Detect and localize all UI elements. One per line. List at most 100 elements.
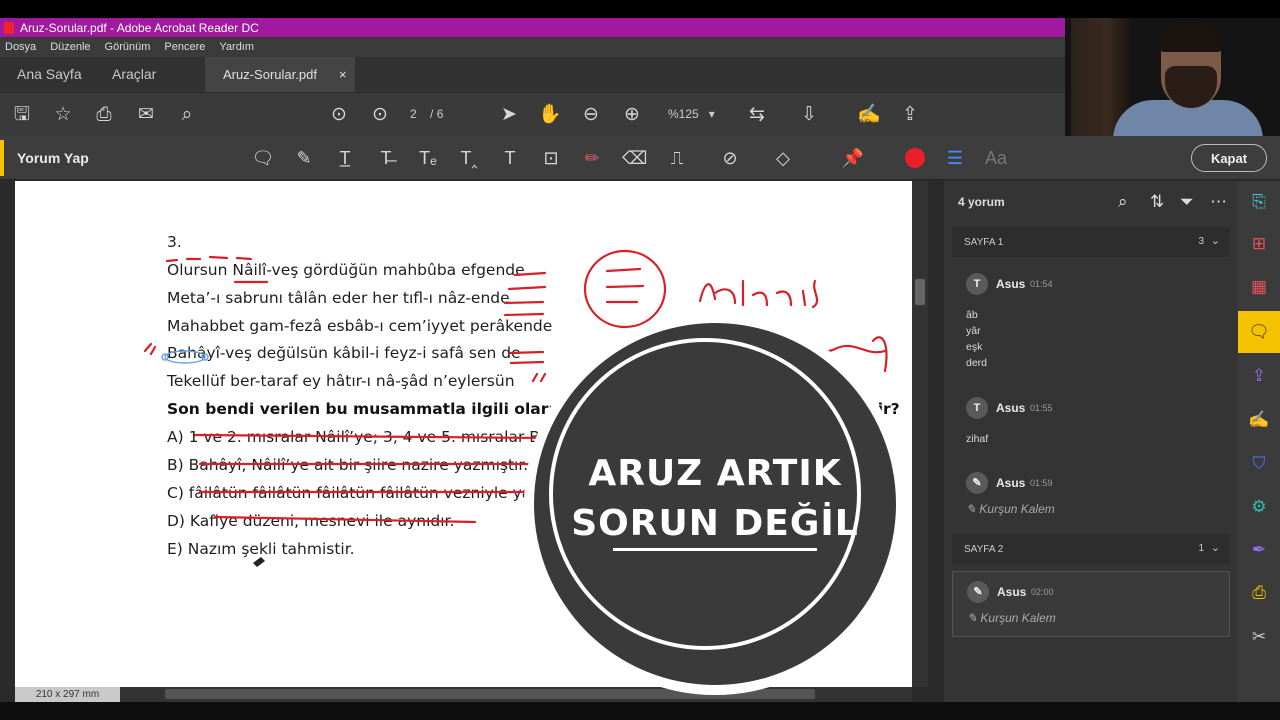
insert-text-icon[interactable]: T‸ [457, 146, 481, 170]
rhyme-mark-2 [503, 300, 545, 317]
pdf-app-icon [4, 21, 14, 34]
filter-icon[interactable]: ⏷ [1180, 192, 1194, 212]
highlight-icon[interactable]: ✎ [292, 146, 316, 170]
replace-text-icon[interactable]: Tₑ [416, 146, 440, 170]
strikethrough-icon[interactable]: T̶ [374, 146, 398, 170]
comment-author: Asus [997, 585, 1027, 599]
bookmark-star-icon[interactable]: ☆ [51, 103, 75, 127]
zoom-level[interactable]: %125 ▾ [668, 107, 715, 121]
tab-tools[interactable]: Araçlar [112, 66, 156, 82]
comment-body-text: Kurşun Kalem [979, 502, 1055, 516]
page-current[interactable]: 2 [410, 107, 417, 121]
page-up-icon[interactable]: ⊙ [327, 103, 351, 127]
certificate-icon[interactable]: ✒ [1248, 539, 1270, 561]
section-page-2[interactable]: SAYFA 2 1 ⌄ [952, 534, 1230, 564]
fill-sign-icon[interactable]: ✍ [1248, 409, 1270, 431]
menu-bar: Dosya Düzenle Görünüm Pencere Yardım [0, 37, 1065, 57]
search-zoom-icon[interactable]: ⌕ [175, 103, 199, 127]
comment-time: 01:54 [1030, 279, 1053, 289]
pencil-icon: ✎ [966, 472, 988, 494]
eraser-icon[interactable]: ⌫ [622, 146, 647, 170]
tab-document[interactable]: Aruz-Sorular.pdf × [205, 57, 355, 92]
menu-view[interactable]: Görünüm [105, 41, 151, 53]
optimize-icon[interactable]: ⚙ [1248, 496, 1270, 518]
stamp-icon[interactable]: ⎍ [665, 146, 689, 170]
search-icon[interactable]: ⌕ [1118, 192, 1128, 212]
avatar: T [966, 397, 988, 419]
redact-icon[interactable]: ⎙ [1248, 582, 1270, 604]
comment-count: 4 yorum [958, 195, 1005, 209]
zoom-value[interactable]: %125 [668, 107, 699, 121]
sticky-note-icon[interactable]: 🗨 [251, 146, 275, 170]
vertical-scroll-thumb[interactable] [915, 279, 925, 305]
shapes-icon[interactable]: ◇ [771, 146, 795, 170]
comment-item[interactable]: ✎ Asus 01:59 ✎ Kurşun Kalem [952, 472, 1230, 522]
more-tools-icon[interactable]: ✂ [1248, 626, 1270, 648]
horizontal-scrollbar[interactable]: 210 x 297 mm [15, 687, 912, 702]
comment-mode-label: Yorum Yap [17, 150, 89, 166]
pin-icon[interactable]: 📌 [841, 146, 865, 170]
menu-edit[interactable]: Düzenle [50, 41, 90, 53]
scroll-mode-icon[interactable]: ⇩ [797, 103, 821, 127]
menu-help[interactable]: Yardım [219, 41, 254, 53]
organize-pages-icon[interactable]: ▦ [1248, 276, 1270, 298]
add-text-icon[interactable]: T [498, 146, 522, 170]
share-icon[interactable]: ⇪ [898, 103, 922, 127]
sign-icon[interactable]: ✍ [857, 103, 881, 127]
text-box-icon[interactable]: ⊡ [539, 146, 563, 170]
bottom-letterbox [0, 702, 1280, 720]
tab-close-icon[interactable]: × [339, 67, 347, 82]
menu-window[interactable]: Pencere [164, 41, 205, 53]
pencil-draw-icon[interactable]: ✏ [580, 146, 604, 170]
section-label: SAYFA 2 [964, 543, 1004, 555]
section-page-1[interactable]: SAYFA 1 3 ⌄ [952, 227, 1230, 257]
badge-ring [549, 338, 861, 650]
attach-icon[interactable]: ⊘ [718, 146, 742, 170]
rhyme-mark-1 [507, 271, 547, 291]
double-tick [531, 372, 547, 383]
tab-home[interactable]: Ana Sayfa [17, 66, 82, 82]
page-down-icon[interactable]: ⊙ [368, 103, 392, 127]
underline-text-icon[interactable]: T̲ [333, 146, 357, 170]
send-for-comments-icon[interactable]: ⇪ [1248, 365, 1270, 387]
chevron-down-icon[interactable]: ⌄ [1211, 234, 1220, 247]
top-letterbox [0, 0, 1280, 18]
circle-mark [583, 249, 667, 329]
badge-line-2: SORUN DEĞİL [571, 503, 859, 544]
section-label: SAYFA 1 [964, 236, 1004, 248]
window-title: Aruz-Sorular.pdf - Adobe Acrobat Reader … [20, 20, 259, 35]
print-icon[interactable]: ⎙ [92, 103, 116, 127]
webcam-overlay [1065, 18, 1280, 136]
protect-icon[interactable]: ⛉ [1248, 453, 1270, 475]
comment-item[interactable]: T Asus 01:54 âb yâr eşk derd [952, 273, 1230, 383]
sort-icon[interactable]: ⇅ [1150, 192, 1164, 212]
comment-body: âb yâr eşk derd [966, 309, 988, 369]
select-cursor-icon[interactable]: ➤ [497, 103, 521, 127]
comment-time: 02:00 [1031, 587, 1054, 597]
font-size-icon[interactable]: Aa [984, 146, 1008, 170]
comment-body: ✎ Kurşun Kalem [967, 611, 1056, 625]
page-indicator[interactable]: 2 / 6 [410, 107, 443, 121]
page-fit-icon[interactable]: ⇆ [745, 103, 769, 127]
email-icon[interactable]: ✉ [134, 103, 158, 127]
comments-panel: 4 yorum ⌕ ⇅ ⏷ ⋯ SAYFA 1 3 ⌄ T Asus 01:54… [944, 181, 1238, 702]
zoom-in-icon[interactable]: ⊕ [620, 103, 644, 127]
chevron-down-icon[interactable]: ⌄ [1211, 541, 1220, 554]
more-options-icon[interactable]: ⋯ [1210, 192, 1227, 212]
strike-d [213, 515, 477, 524]
comment-item[interactable]: T Asus 01:55 zihaf [952, 397, 1230, 447]
color-red-icon[interactable] [903, 146, 927, 170]
save-icon[interactable]: 🖫 [10, 103, 34, 127]
close-comment-button[interactable]: Kapat [1191, 144, 1267, 172]
menu-file[interactable]: Dosya [5, 41, 36, 53]
page-total: / 6 [430, 107, 444, 121]
comment-item-selected[interactable]: ✎ Asus 02:00 ✎ Kurşun Kalem [952, 571, 1230, 637]
zoom-out-icon[interactable]: ⊖ [579, 103, 603, 127]
export-pdf-icon[interactable]: ⎘ [1248, 191, 1270, 213]
vertical-scrollbar[interactable] [912, 181, 928, 687]
line-thickness-icon[interactable]: ☰ [943, 146, 967, 170]
hand-tool-icon[interactable]: ✋ [538, 103, 562, 127]
circle-lines [605, 267, 645, 304]
create-pdf-icon[interactable]: ⊞ [1248, 233, 1270, 255]
comment-tool-icon[interactable]: 🗨 [1248, 321, 1270, 343]
